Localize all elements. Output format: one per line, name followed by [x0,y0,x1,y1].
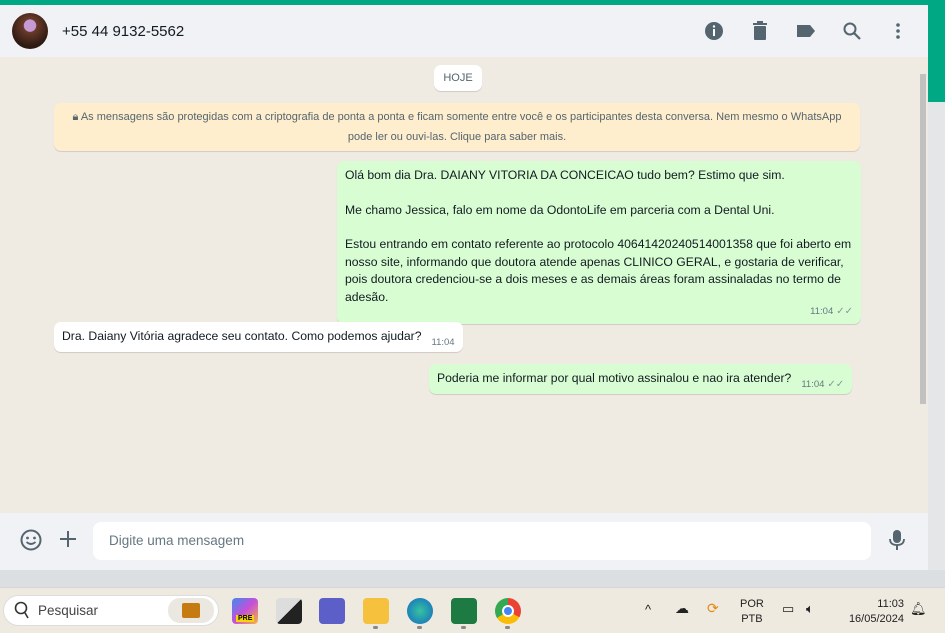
file-explorer-icon[interactable] [363,598,389,624]
label-icon[interactable] [794,19,818,43]
message-line: Me chamo Jessica, falo em nome da Odonto… [345,202,775,217]
running-indicator [373,626,378,629]
avatar[interactable] [12,13,48,49]
taskbar-search[interactable]: Pesquisar [3,595,219,626]
delete-icon[interactable] [748,19,772,43]
double-check-icon: ✓✓ [827,379,845,390]
message-input[interactable]: Digite uma mensagem [93,522,871,560]
scrollbar-thumb[interactable] [920,74,926,404]
message-line: Estou entrando em contato referente ao p… [345,237,852,304]
attach-plus-icon[interactable] [56,529,80,553]
volume-icon[interactable]: 🔈︎ [806,601,814,616]
notification-bell-icon[interactable]: 🔔︎ [910,601,927,616]
teams-icon[interactable] [319,598,345,624]
message-time: 11:04 [801,379,825,390]
language-indicator[interactable]: POR PTB [740,597,764,627]
window-edge-gray [928,102,945,570]
contact-name[interactable]: +55 44 9132-5562 [62,23,184,40]
lock-icon: 🔒︎ [72,111,81,123]
window-edge [928,0,945,102]
encryption-notice[interactable]: 🔒︎ As mensagens são protegidas com a cri… [54,103,860,151]
double-check-icon: ✓✓ [836,306,853,317]
message-time: 11:04 [810,306,834,317]
search-icon[interactable] [840,19,864,43]
encryption-notice-text: As mensagens são protegidas com a cripto… [80,111,842,143]
emoji-icon[interactable] [19,529,43,553]
chrome-icon[interactable] [495,598,521,624]
clock[interactable]: 11:03 16/05/2024 [838,597,904,627]
keyboard-layout: PTB [741,613,763,625]
message-outgoing[interactable]: Olá bom dia Dra. DAIANY VITORIA DA CONCE… [337,161,861,324]
preview-badge: PRE [236,615,255,622]
clock-date: 16/05/2024 [848,613,904,625]
message-text: Dra. Daiany Vitória agradece seu contato… [62,329,422,343]
message-time: 11:04 [431,337,455,348]
message-outgoing[interactable]: Poderia me informar por qual motivo assi… [429,364,853,394]
clock-time: 11:03 [877,598,904,610]
search-placeholder: Pesquisar [38,603,99,618]
copilot-icon[interactable]: PRE [232,598,258,624]
running-indicator [417,626,422,629]
microphone-icon[interactable] [885,529,909,553]
menu-icon[interactable] [886,19,910,43]
chat-header: +55 44 9132-5562 [0,5,928,57]
message-text: Poderia me informar por qual motivo assi… [437,371,792,385]
task-view-icon[interactable] [276,598,302,624]
scrollbar[interactable] [918,60,928,510]
date-divider: HOJE [434,65,482,91]
message-line: Olá bom dia Dra. DAIANY VITORIA DA CONCE… [345,168,785,182]
running-indicator [461,626,466,629]
info-icon[interactable] [702,19,726,43]
sync-icon[interactable]: ⟳ [707,601,719,616]
network-icon[interactable]: ▭ [782,601,794,616]
edge-icon[interactable] [407,598,433,624]
language-code: POR [740,598,764,610]
windows-taskbar: Pesquisar PRE ^ ☁︎ ⟳ POR PTB ▭ 🔈︎ 11:03 16… [0,587,945,633]
search-icon [14,601,30,622]
excel-icon[interactable] [451,598,477,624]
message-list: HOJE 🔒︎ As mensagens são protegidas com … [0,57,928,513]
running-indicator [505,626,510,629]
chevron-up-icon[interactable]: ^ [645,602,651,617]
message-incoming[interactable]: Dra. Daiany Vitória agradece seu contato… [54,322,463,352]
composer: Digite uma mensagem [0,513,928,570]
briefcase-icon [168,598,214,623]
cloud-offline-icon[interactable]: ☁︎ [675,601,689,616]
